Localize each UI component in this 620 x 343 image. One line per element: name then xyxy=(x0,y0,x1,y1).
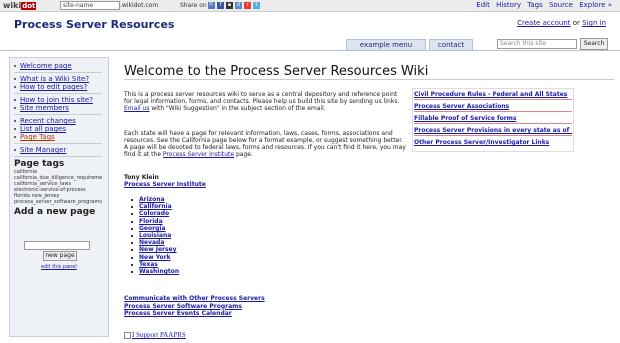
side-bar: Welcome page What is a Wiki Site? How to… xyxy=(9,57,109,337)
intro-text: This is a process server resources wiki … xyxy=(124,91,400,105)
sidebar-item-list-pages[interactable]: List all pages xyxy=(14,125,102,133)
logo-text: wiki xyxy=(3,1,22,10)
states-list: Arizona California Colorado Florida Geor… xyxy=(131,196,179,275)
software-programs-link[interactable]: Process Server Software Programs xyxy=(124,303,265,311)
nav-example-menu[interactable]: example menu xyxy=(346,39,426,50)
new-page-button[interactable]: new page xyxy=(43,251,77,261)
digg-icon[interactable]: d xyxy=(235,2,242,9)
state-link-louisiana[interactable]: Louisiana xyxy=(131,232,179,239)
add-page-heading: Add a new page xyxy=(14,207,96,217)
sidebar-item-page-tags[interactable]: Page Tags xyxy=(14,133,102,141)
state-link-florida[interactable]: Florida xyxy=(131,218,179,225)
process-server-institute-link[interactable]: Process Server Institute xyxy=(163,151,234,158)
new-page-name-input[interactable] xyxy=(24,241,90,250)
logo-badge: dot xyxy=(21,2,37,10)
search-button[interactable]: Search xyxy=(580,38,608,50)
states-paragraph: Each state will have a page for relevant… xyxy=(124,130,406,158)
twitter-icon[interactable]: t xyxy=(253,2,260,9)
state-link-georgia[interactable]: Georgia xyxy=(131,225,179,232)
explore-link[interactable]: Explore » xyxy=(579,1,612,9)
sidebar-item-what-is-wiki[interactable]: What is a Wiki Site? xyxy=(14,75,102,83)
facebook-icon[interactable]: f xyxy=(217,2,224,9)
state-link-new-york[interactable]: New York xyxy=(131,254,179,261)
search-input[interactable]: Search this site xyxy=(497,39,577,49)
tag-link[interactable]: process_server_software_programs xyxy=(14,199,102,205)
account-links: Create account or Sign in xyxy=(517,19,606,27)
divider xyxy=(14,93,102,94)
page-tags-heading: Page tags xyxy=(14,159,65,169)
state-link-california[interactable]: California xyxy=(131,203,179,210)
source-link[interactable]: Source xyxy=(549,1,573,9)
author-block: Tony Klein Process Server Institute xyxy=(124,174,206,188)
wikidot-top-bar: wikidot site-name .wikidot.com Share on … xyxy=(0,0,620,12)
sidebar-item-how-to-edit[interactable]: How to edit pages? xyxy=(14,83,102,91)
sign-in-link[interactable]: Sign in xyxy=(582,19,606,27)
or-text: or xyxy=(572,19,580,27)
author-name: Tony Klein xyxy=(124,174,159,181)
divider xyxy=(14,114,102,115)
state-link-colorado[interactable]: Colorado xyxy=(131,210,179,217)
share-icon[interactable]: ⇱ xyxy=(208,2,215,9)
sidebar-item-site-manager[interactable]: Site Manager xyxy=(14,146,102,154)
civil-procedure-link[interactable]: Civil Procedure Rules - Federal and All … xyxy=(414,90,572,100)
history-link[interactable]: History xyxy=(496,1,521,9)
reddit-icon[interactable]: r xyxy=(244,2,251,9)
quick-links-box: Civil Procedure Rules - Federal and All … xyxy=(412,88,574,152)
side-menu: Welcome page What is a Wiki Site? How to… xyxy=(14,62,102,217)
communicate-link[interactable]: Communicate with Other Process Servers xyxy=(124,295,265,303)
state-link-washington[interactable]: Washington xyxy=(131,268,179,275)
resource-links: Communicate with Other Process Servers P… xyxy=(124,295,265,318)
divider xyxy=(14,143,102,144)
delicious-icon[interactable]: ▪ xyxy=(226,2,233,9)
state-link-new-jersey[interactable]: New Jersey xyxy=(131,246,179,253)
events-calendar-link[interactable]: Process Server Events Calendar xyxy=(124,310,265,318)
edit-link[interactable]: Edit xyxy=(476,1,490,9)
state-link-texas[interactable]: Texas xyxy=(131,261,179,268)
intro-paragraph: This is a process server resources wiki … xyxy=(124,91,406,112)
wikidot-logo[interactable]: wikidot xyxy=(3,1,37,10)
intro-tail: with "Wiki Suggestion" in the subject se… xyxy=(149,105,326,112)
sidebar-item-welcome[interactable]: Welcome page xyxy=(14,62,102,70)
divider xyxy=(14,72,102,73)
provisions-link[interactable]: Process Server Provisions in every state… xyxy=(414,126,572,136)
title-divider xyxy=(124,79,614,80)
states-tail: page. xyxy=(234,151,253,158)
create-account-link[interactable]: Create account xyxy=(517,19,570,27)
state-link-arizona[interactable]: Arizona xyxy=(131,196,179,203)
proof-of-service-link[interactable]: Fillable Proof of Service forms xyxy=(414,114,572,124)
domain-suffix: .wikidot.com xyxy=(120,2,159,9)
associations-link[interactable]: Process Server Associations xyxy=(414,102,572,112)
support-paaprs-image[interactable]: I Support PAAPRS xyxy=(124,331,186,339)
author-org-link[interactable]: Process Server Institute xyxy=(124,181,206,188)
site-header: Process Server Resources Create account … xyxy=(0,12,620,52)
nav-contact[interactable]: contact xyxy=(429,39,473,50)
site-title[interactable]: Process Server Resources xyxy=(14,18,174,31)
divider xyxy=(14,156,102,157)
sidebar-item-how-to-join[interactable]: How to join this site? xyxy=(14,96,102,104)
broken-image-icon xyxy=(124,331,131,339)
state-link-nevada[interactable]: Nevada xyxy=(131,239,179,246)
sidebar-item-site-members[interactable]: Site members xyxy=(14,104,102,112)
tags-link[interactable]: Tags xyxy=(527,1,543,9)
page-title: Welcome to the Process Server Resources … xyxy=(124,64,429,79)
site-name-input[interactable]: site-name xyxy=(60,1,120,10)
page-options: Edit History Tags Source Explore » xyxy=(472,1,612,9)
edit-panel-link[interactable]: edit this panel xyxy=(41,264,77,270)
share-label: Share on xyxy=(180,2,207,9)
support-image-alt: I Support PAAPRS xyxy=(132,331,186,339)
email-us-link[interactable]: Email us xyxy=(124,105,149,112)
other-links-link[interactable]: Other Process Server/Investigator Links xyxy=(414,138,572,147)
sidebar-item-recent-changes[interactable]: Recent changes xyxy=(14,117,102,125)
